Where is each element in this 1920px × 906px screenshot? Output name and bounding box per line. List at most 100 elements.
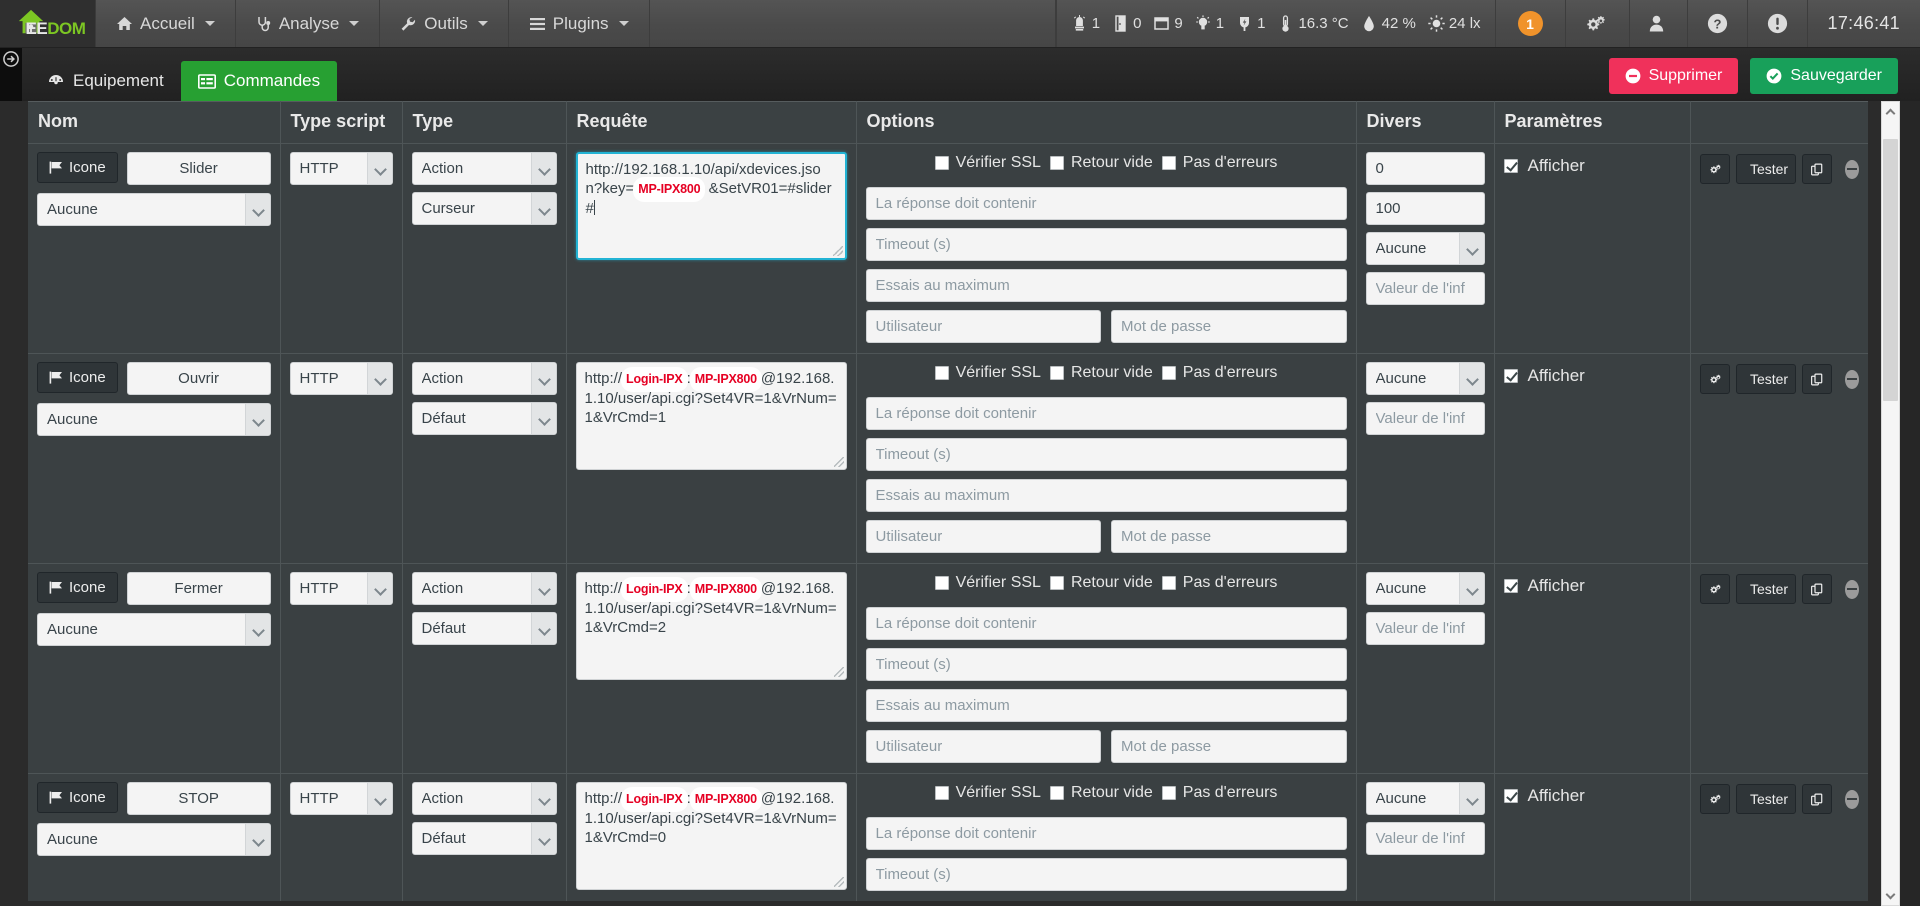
verifier-ssl-checkbox[interactable]: [934, 366, 949, 380]
resize-grip-icon[interactable]: [833, 457, 844, 467]
nav-menu-plugins[interactable]: Plugins: [509, 0, 650, 47]
retour-vide-checkbox[interactable]: [1049, 156, 1064, 170]
utilisateur-input[interactable]: [865, 310, 1101, 343]
retour-vide-checkbox[interactable]: [1049, 576, 1064, 590]
tab-commandes[interactable]: Commandes: [180, 61, 338, 101]
icone-select[interactable]: Aucune: [37, 403, 271, 436]
configure-button[interactable]: [1699, 574, 1730, 604]
valeur-info-input[interactable]: [1365, 822, 1485, 855]
duplicate-button[interactable]: [1802, 784, 1833, 814]
save-button[interactable]: Sauvegarder: [1750, 58, 1898, 94]
remove-command-button[interactable]: [1845, 369, 1859, 389]
checkbox-pas-erreurs[interactable]: Pas d'erreurs: [1161, 364, 1277, 382]
afficher-checkbox[interactable]: [1503, 579, 1518, 593]
nav-menu-accueil[interactable]: Accueil: [96, 0, 236, 47]
mot-de-passe-input[interactable]: [1111, 310, 1347, 343]
essais-max-input[interactable]: [865, 269, 1347, 302]
summary-door[interactable]: 0: [1112, 14, 1141, 34]
type-script-select[interactable]: HTTP: [289, 572, 393, 605]
icone-select[interactable]: Aucune: [37, 613, 271, 646]
afficher-toggle[interactable]: Afficher: [1503, 782, 1585, 806]
sidebar-collapse-toggle[interactable]: [0, 48, 22, 101]
request-textarea[interactable]: http://Login-IPX: MP-IPX800 @192.168.1.10/…: [575, 362, 847, 470]
icone-select[interactable]: Aucune: [37, 823, 271, 856]
request-textarea[interactable]: http://Login-IPX: MP-IPX800 @192.168.1.10/…: [575, 782, 847, 890]
help-button[interactable]: ?: [1688, 0, 1748, 47]
reponse-contient-input[interactable]: [865, 607, 1347, 640]
checkbox-pas-erreurs[interactable]: Pas d'erreurs: [1161, 574, 1277, 592]
timeout-input[interactable]: [865, 648, 1347, 681]
configure-button[interactable]: [1699, 784, 1730, 814]
unite-select[interactable]: Aucune: [1365, 362, 1485, 395]
tab-equipement[interactable]: Equipement: [30, 61, 181, 101]
subtype-select[interactable]: Curseur: [411, 192, 557, 225]
summary-light[interactable]: 1: [1195, 14, 1224, 34]
resize-grip-icon[interactable]: [832, 246, 843, 256]
verifier-ssl-checkbox[interactable]: [934, 156, 949, 170]
tester-button[interactable]: Tester: [1735, 574, 1797, 604]
checkbox-verifier-ssl[interactable]: Vérifier SSL: [934, 784, 1041, 802]
reponse-contient-input[interactable]: [865, 817, 1347, 850]
timeout-input[interactable]: [865, 858, 1347, 891]
icone-button[interactable]: Icone: [37, 362, 118, 393]
retour-vide-checkbox[interactable]: [1049, 366, 1064, 380]
type-select[interactable]: Action: [411, 362, 557, 395]
icone-button[interactable]: Icone: [37, 152, 118, 183]
remove-command-button[interactable]: [1845, 159, 1859, 179]
valeur-info-input[interactable]: [1365, 612, 1485, 645]
pas-erreurs-checkbox[interactable]: [1161, 576, 1176, 590]
verifier-ssl-checkbox[interactable]: [934, 576, 949, 590]
pas-erreurs-checkbox[interactable]: [1161, 786, 1176, 800]
summary-window[interactable]: 9: [1153, 14, 1183, 34]
nav-menu-analyse[interactable]: Analyse: [236, 0, 381, 47]
scrollbar-thumb[interactable]: [1883, 139, 1898, 401]
icone-button[interactable]: Icone: [37, 572, 118, 603]
afficher-toggle[interactable]: Afficher: [1503, 572, 1585, 596]
timeout-input[interactable]: [865, 228, 1347, 261]
scroll-up-arrow-icon[interactable]: [1882, 102, 1899, 121]
unite-select[interactable]: Aucune: [1365, 232, 1485, 265]
reponse-contient-input[interactable]: [865, 187, 1347, 220]
remove-command-button[interactable]: [1845, 579, 1859, 599]
message-badge-wrap[interactable]: 1: [1496, 0, 1566, 47]
subtype-select[interactable]: Défaut: [411, 822, 557, 855]
checkbox-verifier-ssl[interactable]: Vérifier SSL: [934, 574, 1041, 592]
checkbox-pas-erreurs[interactable]: Pas d'erreurs: [1161, 784, 1277, 802]
duplicate-button[interactable]: [1802, 364, 1833, 394]
resize-grip-icon[interactable]: [833, 877, 844, 887]
checkbox-retour-vide[interactable]: Retour vide: [1049, 784, 1153, 802]
type-script-select[interactable]: HTTP: [289, 152, 393, 185]
essais-max-input[interactable]: [865, 479, 1347, 512]
unite-select[interactable]: Aucune: [1365, 782, 1485, 815]
nav-menu-outils[interactable]: Outils: [380, 0, 509, 47]
afficher-toggle[interactable]: Afficher: [1503, 152, 1585, 176]
request-textarea[interactable]: http://192.168.1.10/api/xdevices.json?ke…: [575, 152, 847, 260]
type-script-select[interactable]: HTTP: [289, 362, 393, 395]
summary-outlet[interactable]: 1: [1236, 14, 1265, 34]
type-select[interactable]: Action: [411, 152, 557, 185]
min-input[interactable]: [1365, 152, 1485, 185]
checkbox-pas-erreurs[interactable]: Pas d'erreurs: [1161, 154, 1277, 172]
type-script-select[interactable]: HTTP: [289, 782, 393, 815]
summary-humidity[interactable]: 42 %: [1361, 14, 1416, 34]
tester-button[interactable]: Tester: [1735, 364, 1797, 394]
remove-command-button[interactable]: [1845, 789, 1859, 809]
utilisateur-input[interactable]: [865, 730, 1101, 763]
info-button[interactable]: [1748, 0, 1808, 47]
subtype-select[interactable]: Défaut: [411, 612, 557, 645]
checkbox-retour-vide[interactable]: Retour vide: [1049, 154, 1153, 172]
unite-select[interactable]: Aucune: [1365, 572, 1485, 605]
pas-erreurs-checkbox[interactable]: [1161, 366, 1176, 380]
tester-button[interactable]: Tester: [1735, 784, 1797, 814]
summary-temperature[interactable]: 16.3 °C: [1277, 14, 1349, 34]
essais-max-input[interactable]: [865, 689, 1347, 722]
scroll-down-arrow-icon[interactable]: [1882, 886, 1899, 905]
subtype-select[interactable]: Défaut: [411, 402, 557, 435]
mot-de-passe-input[interactable]: [1111, 520, 1347, 553]
duplicate-button[interactable]: [1802, 154, 1833, 184]
max-input[interactable]: [1365, 192, 1485, 225]
configure-button[interactable]: [1699, 364, 1730, 394]
delete-button[interactable]: Supprimer: [1608, 58, 1739, 94]
settings-menu[interactable]: [1566, 0, 1630, 47]
afficher-checkbox[interactable]: [1503, 159, 1518, 173]
